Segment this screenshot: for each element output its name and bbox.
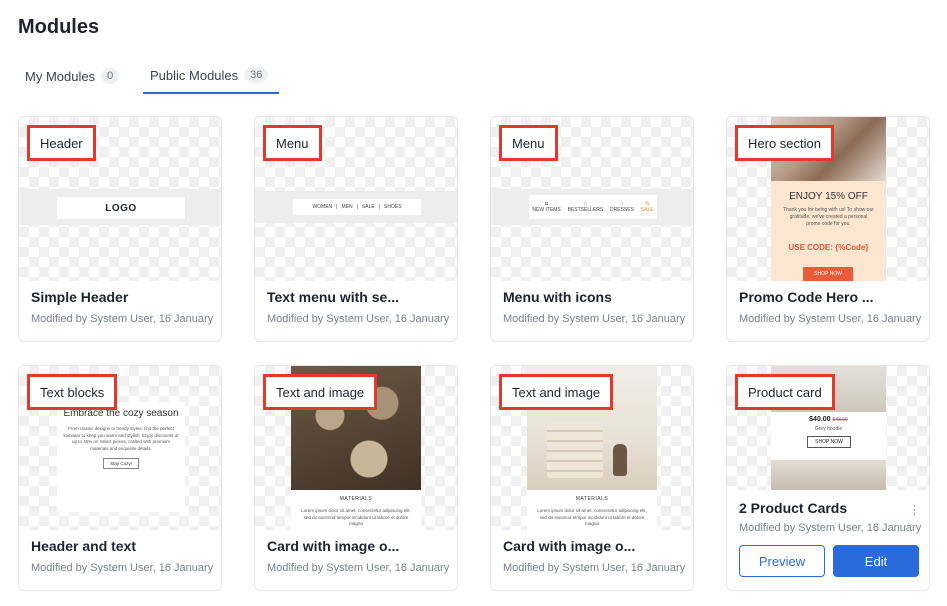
- menu-box: WOMEN | MEN | SALE | SHOES: [293, 199, 421, 215]
- page-title: Modules: [18, 16, 100, 38]
- module-meta: Modified by System User, 16 January: [267, 562, 450, 574]
- module-card-simple-header[interactable]: LOGO Header Simple Header Modified by Sy…: [18, 116, 222, 342]
- menu-item: ◘ NEW ITEMS: [532, 201, 560, 213]
- menu-item: ♢ DRESSES: [610, 201, 634, 213]
- image-caption: MATERIALS: [575, 496, 609, 502]
- module-card-menu-icons[interactable]: ◘ NEW ITEMS ☆ BESTSELLERS ♢ DRESSES % SALE M…: [490, 116, 694, 342]
- module-title: Text menu with se...: [267, 289, 399, 305]
- module-card-product-cards[interactable]: $40.00 $48.00 Grey hoodie SHOP NOW Produ…: [726, 365, 930, 591]
- module-tag: Header: [27, 125, 96, 161]
- module-tag: Text and image: [263, 374, 378, 410]
- menu-separator: |: [378, 204, 381, 210]
- module-tag: Text and image: [499, 374, 614, 410]
- module-title: Card with image o...: [267, 538, 400, 554]
- more-options-icon[interactable]: ⋮: [908, 502, 921, 518]
- price-old: $48.00: [832, 417, 848, 423]
- text-block-button: Stay Cozy!: [103, 458, 139, 469]
- module-meta: Modified by System User, 16 January: [503, 313, 686, 325]
- menu-item: % SALE: [641, 201, 654, 213]
- menu-item: MEN: [341, 204, 353, 210]
- menu-item-label: SALE: [640, 207, 654, 213]
- product-image-bottom: [771, 460, 886, 490]
- module-tag: Menu: [499, 125, 558, 161]
- icon-menu-box: ◘ NEW ITEMS ☆ BESTSELLERS ♢ DRESSES % SALE: [529, 195, 657, 219]
- module-card-text-menu[interactable]: WOMEN | MEN | SALE | SHOES Menu Text menu w…: [254, 116, 458, 342]
- menu-item-label: BESTSELLERS: [567, 207, 604, 213]
- module-meta: Modified by System User, 16 January: [739, 522, 922, 534]
- card-actions: Preview Edit: [739, 545, 919, 577]
- tab-count-badge: 0: [101, 68, 120, 84]
- product-shop-button: SHOP NOW: [807, 436, 851, 448]
- hero-shop-button: SHOP NOW: [803, 267, 853, 281]
- module-meta: Modified by System User, 16 January: [503, 562, 686, 574]
- menu-item: WOMEN: [312, 204, 333, 210]
- module-title: Card with image o...: [503, 538, 636, 554]
- menu-item: ☆ BESTSELLERS: [568, 201, 604, 213]
- module-tag: Hero section: [735, 125, 834, 161]
- module-card-promo-hero[interactable]: ENJOY 15% OFF Thank you for being with u…: [726, 116, 930, 342]
- menu-separator: |: [336, 204, 338, 210]
- menu-item-label: DRESSES: [610, 207, 634, 213]
- text-block-body: From classic designs to trendy styles, f…: [63, 426, 179, 451]
- hero-heading: ENJOY 15% OFF: [789, 191, 868, 202]
- product-price: $40.00 $48.00: [771, 416, 886, 423]
- module-title: Menu with icons: [503, 289, 612, 305]
- module-meta: Modified by System User, 16 January: [267, 313, 450, 325]
- edit-button[interactable]: Edit: [833, 545, 919, 577]
- module-card-header-and-text[interactable]: Embrace the cozy season From classic des…: [18, 365, 222, 591]
- tab-label: Public Modules: [150, 67, 239, 83]
- module-card-image-2[interactable]: MATERIALS Lorem ipsum dolor sit amet, co…: [490, 365, 694, 591]
- menu-item: SALE: [361, 204, 375, 210]
- tab-my-modules[interactable]: My Modules 0: [18, 58, 126, 94]
- module-tabs: My Modules 0 Public Modules 36: [0, 58, 947, 94]
- module-title: Header and text: [31, 538, 137, 554]
- module-title: 2 Product Cards: [739, 500, 848, 516]
- tab-count-badge: 36: [244, 67, 269, 83]
- module-tag: Text blocks: [27, 374, 118, 410]
- menu-separator: |: [356, 204, 358, 210]
- sweater-stack: [547, 422, 603, 478]
- image-caption: MATERIALS: [339, 496, 373, 502]
- vase: [613, 444, 627, 476]
- logo-placeholder: LOGO: [57, 197, 185, 219]
- module-meta: Modified by System User, 16 January: [739, 313, 922, 325]
- module-card-image-1[interactable]: MATERIALS Lorem ipsum dolor sit amet, co…: [254, 365, 458, 591]
- image-body: Lorem ipsum dolor sit amet, consectetur …: [301, 508, 411, 526]
- hero-code: USE CODE: {%Code}: [788, 243, 869, 252]
- module-meta: Modified by System User, 16 January: [31, 562, 214, 574]
- hero-body: Thank you for being with us! To show our…: [783, 207, 874, 227]
- tab-label: My Modules: [25, 68, 96, 84]
- module-meta: Modified by System User, 16 January: [31, 313, 214, 325]
- module-tag: Menu: [263, 125, 322, 161]
- product-name: Grey hoodie: [814, 426, 843, 432]
- text-block-preview: Embrace the cozy season From classic des…: [57, 402, 185, 512]
- module-title: Simple Header: [31, 289, 129, 305]
- image-body: Lorem ipsum dolor sit amet, consectetur …: [537, 508, 647, 526]
- module-title: Promo Code Hero ...: [739, 289, 874, 305]
- module-tag: Product card: [735, 374, 835, 410]
- menu-item: SHOES: [384, 204, 402, 210]
- menu-item-label: NEW ITEMS: [532, 207, 561, 213]
- preview-button[interactable]: Preview: [739, 545, 825, 577]
- tab-public-modules[interactable]: Public Modules 36: [143, 58, 279, 94]
- price-current: $40.00: [809, 416, 831, 423]
